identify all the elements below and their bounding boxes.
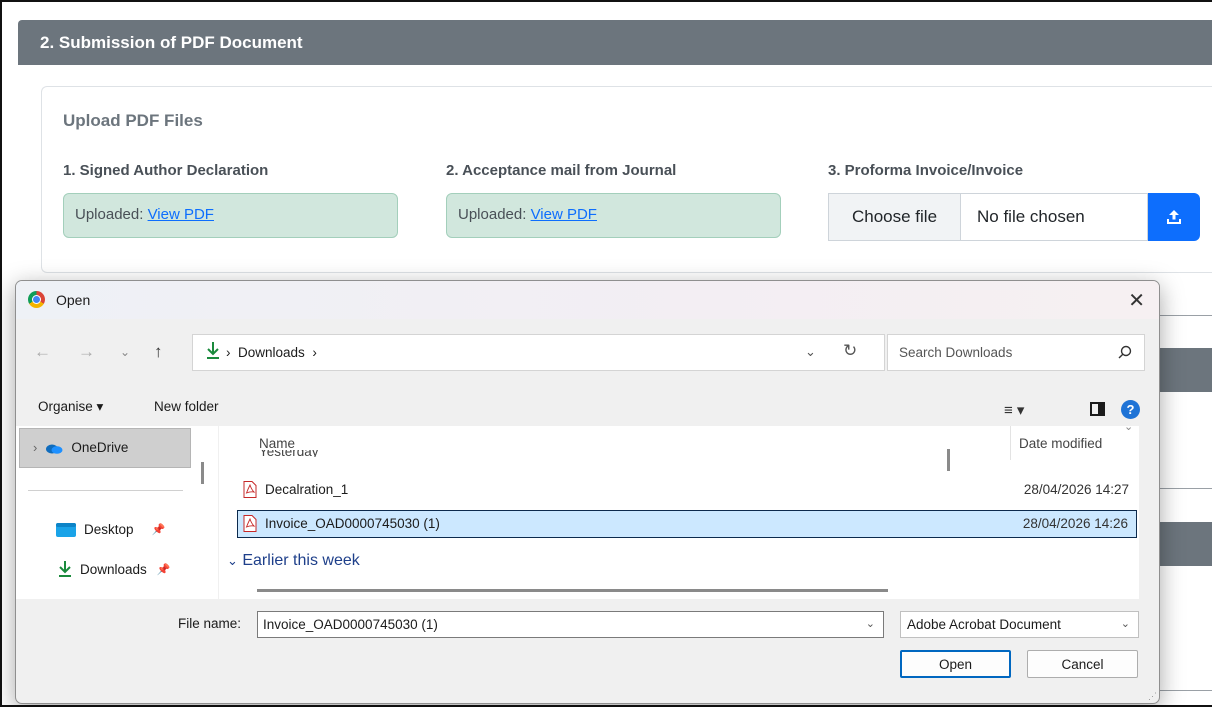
dialog-toolbar: Organise ▾ New folder ≡ ▾ ? [16, 393, 1159, 425]
uploaded-text: Uploaded: [75, 206, 148, 223]
address-bar[interactable]: › Downloads › ⌄ ↻ [192, 334, 885, 371]
sidebar-item-label: Downloads [80, 561, 147, 577]
open-button[interactable]: Open [900, 650, 1011, 678]
file-type-value: Adobe Acrobat Document [907, 617, 1061, 632]
doc-label-acceptance: 2. Acceptance mail from Journal [446, 162, 677, 179]
group-label: Earlier this week [242, 552, 360, 569]
doc-label-invoice: 3. Proforma Invoice/Invoice [828, 162, 1024, 179]
preview-pane-icon[interactable] [1090, 402, 1105, 416]
breadcrumb-separator: › [312, 345, 317, 360]
divider [1157, 315, 1212, 316]
forward-arrow-icon[interactable]: → [78, 342, 95, 362]
address-dropdown-icon[interactable]: ⌄ [805, 344, 816, 360]
column-header-name[interactable]: Name [259, 436, 295, 451]
recent-locations-chevron-icon[interactable]: ⌄ [120, 345, 130, 359]
navigation-pane: › OneDrive Desktop 📌 Downloads 📌 [16, 426, 218, 599]
uploaded-status-declaration: Uploaded: View PDF [63, 193, 398, 238]
sort-indicator-icon: ⌄ [1124, 421, 1134, 433]
pdf-file-icon [243, 481, 257, 498]
file-name-value: Invoice_OAD0000745030 (1) [263, 617, 438, 632]
view-pdf-link[interactable]: View PDF [531, 206, 597, 223]
sidebar-item-onedrive[interactable]: › OneDrive [33, 440, 128, 455]
chevron-right-icon[interactable]: › [33, 440, 37, 455]
view-pdf-link[interactable]: View PDF [148, 206, 214, 223]
breadcrumb-separator: › [226, 345, 231, 360]
divider [28, 490, 183, 491]
uploaded-text: Uploaded: [458, 206, 531, 223]
sidebar-item-label: Desktop [84, 522, 134, 537]
open-file-dialog: Open ✕ ← → ⌄ ↑ › Downloads › ⌄ ↻ Search … [15, 280, 1160, 704]
organise-menu[interactable]: Organise ▾ [38, 399, 103, 415]
group-label-partial: Yesterday [259, 450, 319, 457]
pin-icon[interactable]: 📌 [157, 563, 171, 576]
invoice-file-input[interactable]: Choose file No file chosen [828, 193, 1148, 241]
upload-icon [1167, 210, 1181, 224]
file-name: Decalration_1 [265, 482, 349, 497]
choose-file-button[interactable]: Choose file [829, 194, 961, 240]
pdf-file-icon [243, 515, 257, 532]
divider [1157, 488, 1212, 489]
column-separator[interactable] [1010, 426, 1011, 460]
desktop-folder-icon [56, 522, 76, 537]
file-list-pane: Name Yesterday Date modified ⌄ Decalrati… [219, 421, 1139, 599]
uploaded-status-acceptance: Uploaded: View PDF [446, 193, 781, 238]
view-options-icon[interactable]: ≡ ▾ [1004, 401, 1024, 419]
section-header: 2. Submission of PDF Document [18, 20, 1212, 65]
file-date: 28/04/2026 14:26 [1022, 516, 1128, 531]
column-header-date[interactable]: Date modified [1019, 436, 1102, 451]
onedrive-cloud-icon [46, 444, 63, 454]
upload-card: Upload PDF Files 1. Signed Author Declar… [41, 86, 1212, 273]
close-icon[interactable]: ✕ [1128, 288, 1145, 313]
pin-icon[interactable]: 📌 [152, 523, 166, 536]
file-name: Invoice_OAD0000745030 (1) [265, 516, 440, 531]
no-file-chosen-text: No file chosen [977, 207, 1085, 226]
chevron-down-icon[interactable]: ⌄ [1121, 617, 1130, 630]
file-type-select[interactable]: Adobe Acrobat Document ⌄ [900, 611, 1139, 638]
dialog-titlebar: Open ✕ [16, 281, 1159, 319]
section-header-partial [1157, 348, 1212, 392]
navigation-row: ← → ⌄ ↑ › Downloads › ⌄ ↻ Search Downloa… [16, 333, 1159, 373]
section-title: 2. Submission of PDF Document [40, 33, 303, 52]
back-arrow-icon[interactable]: ← [34, 342, 51, 362]
search-placeholder: Search Downloads [899, 345, 1013, 360]
divider [1157, 690, 1212, 691]
dialog-title: Open [56, 292, 91, 308]
file-date: 28/04/2026 14:27 [1023, 482, 1129, 497]
sidebar-item-desktop[interactable]: Desktop 📌 [56, 522, 165, 537]
horizontal-scrollbar[interactable] [257, 589, 888, 592]
up-arrow-icon[interactable]: ↑ [154, 342, 163, 362]
cancel-button[interactable]: Cancel [1027, 650, 1138, 678]
upload-title: Upload PDF Files [63, 111, 203, 130]
chrome-icon [28, 291, 45, 308]
help-icon[interactable]: ? [1121, 400, 1140, 419]
sidebar-item-label: OneDrive [71, 440, 129, 455]
download-icon [59, 561, 71, 577]
nav-scrollbar[interactable] [201, 462, 204, 484]
search-input[interactable]: Search Downloads [887, 334, 1145, 371]
file-row-selected[interactable]: Invoice_OAD0000745030 (1) 28/04/2026 14:… [237, 510, 1137, 538]
resize-grip-icon[interactable]: ⋰ [1148, 691, 1157, 702]
address-path[interactable]: › Downloads › [226, 345, 317, 360]
file-name-field[interactable]: Invoice_OAD0000745030 (1) ⌄ [257, 611, 884, 638]
download-icon [207, 342, 219, 359]
refresh-icon[interactable]: ↻ [843, 341, 857, 361]
breadcrumb-downloads[interactable]: Downloads [238, 345, 305, 360]
dialog-footer: File name: Invoice_OAD0000745030 (1) ⌄ A… [16, 599, 1159, 703]
upload-button[interactable] [1148, 193, 1200, 241]
chevron-down-icon[interactable]: ⌄ [227, 553, 238, 568]
new-folder-button[interactable]: New folder [154, 399, 219, 414]
file-name-label: File name: [178, 616, 242, 631]
sidebar-item-downloads[interactable]: Downloads 📌 [58, 560, 171, 578]
file-row[interactable]: Decalration_1 28/04/2026 14:27 [237, 476, 1137, 504]
chevron-down-icon[interactable]: ⌄ [866, 617, 875, 630]
section-header-partial [1157, 522, 1212, 566]
doc-label-declaration: 1. Signed Author Declaration [63, 162, 269, 179]
group-header-earlier-this-week[interactable]: ⌄ Earlier this week [227, 552, 360, 570]
search-icon [1118, 345, 1132, 359]
vertical-scrollbar[interactable] [947, 449, 950, 471]
